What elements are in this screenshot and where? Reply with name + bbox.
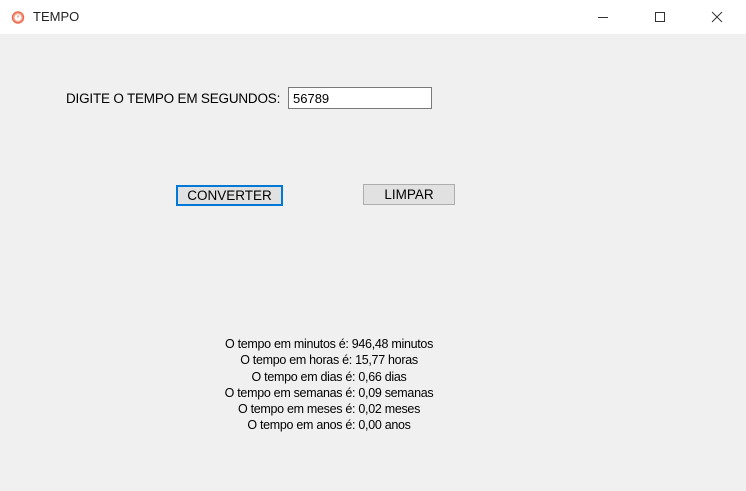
minimize-button[interactable] [580,0,626,34]
window-title: TEMPO [33,9,80,24]
result-years: O tempo em anos é: 0,00 anos [247,418,411,433]
maximize-button[interactable] [637,0,683,34]
close-button[interactable] [694,0,740,34]
seconds-label: DIGITE O TEMPO EM SEGUNDOS: [66,91,281,106]
minimize-icon [598,17,608,18]
seconds-input[interactable] [288,87,432,109]
convert-button[interactable]: CONVERTER [176,185,283,206]
stopwatch-icon [11,10,25,24]
result-weeks: O tempo em semanas é: 0,09 semanas [224,385,434,400]
result-days: O tempo em dias é: 0,66 dias [251,369,407,384]
close-icon [711,11,723,23]
result-months: O tempo em meses é: 0,02 meses [237,402,421,417]
clear-button[interactable]: LIMPAR [363,184,455,205]
results-panel: O tempo em minutos é: 946,48 minutos O t… [200,336,458,434]
title-bar: TEMPO [0,0,746,34]
result-hours: O tempo em horas é: 15,77 horas [240,353,418,368]
maximize-icon [655,12,665,22]
result-minutes: O tempo em minutos é: 946,48 minutos [224,337,434,351]
